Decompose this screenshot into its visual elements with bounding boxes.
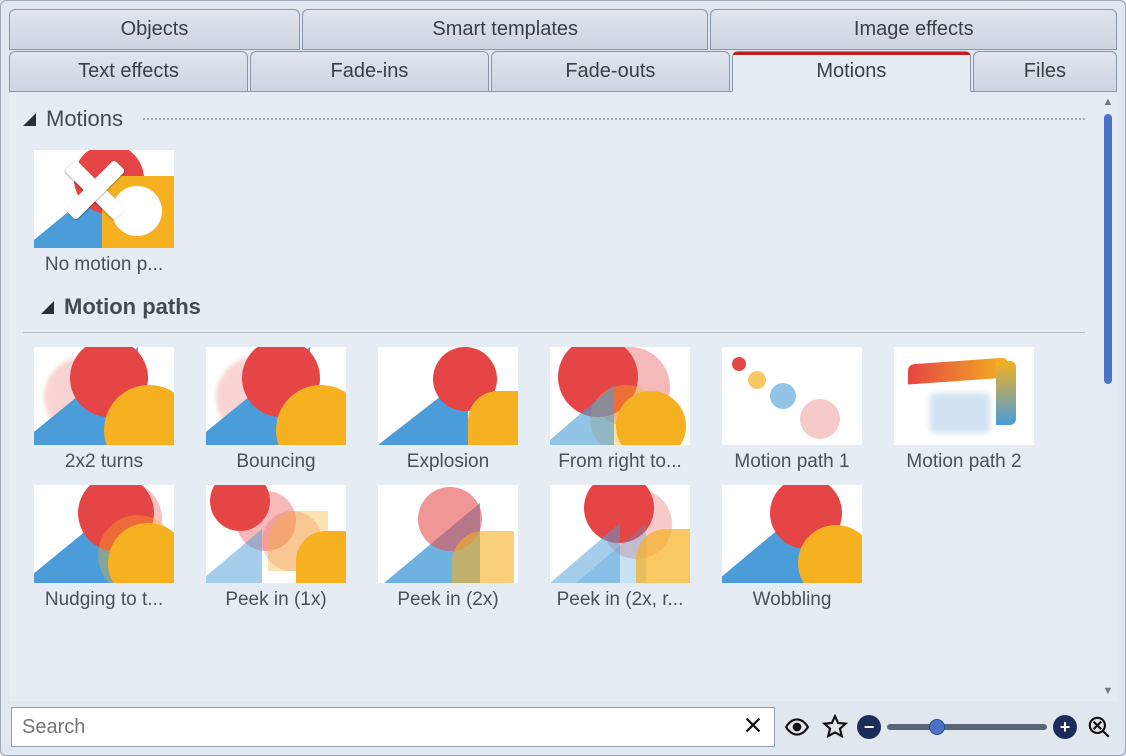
- tab-text-effects[interactable]: Text effects: [9, 51, 248, 92]
- tabs-area: Objects Smart templates Image effects Te…: [1, 1, 1125, 91]
- thumbnail: [378, 347, 518, 445]
- item-label: Peek in (2x): [397, 589, 498, 611]
- thumbnail: [722, 485, 862, 583]
- item-motion-path[interactable]: Nudging to t...: [25, 485, 183, 611]
- thumbnail: [34, 347, 174, 445]
- thumbnail: [722, 347, 862, 445]
- item-label: Motion path 2: [906, 451, 1021, 473]
- tab-motions[interactable]: Motions: [732, 51, 971, 92]
- thumbnail: [378, 485, 518, 583]
- section-divider: [143, 118, 1085, 120]
- zoom-out-button[interactable]: −: [857, 715, 881, 739]
- zoom-slider: − +: [857, 715, 1077, 739]
- zoom-in-button[interactable]: +: [1053, 715, 1077, 739]
- content-area: Motions No motion p... Motion paths: [9, 92, 1099, 701]
- item-label: Nudging to t...: [45, 589, 163, 611]
- search-box[interactable]: [11, 707, 775, 747]
- tab-smart-templates[interactable]: Smart templates: [302, 9, 709, 50]
- thumbnail: [894, 347, 1034, 445]
- item-label: Bouncing: [236, 451, 315, 473]
- scrollbar[interactable]: ▲ ▼: [1099, 92, 1117, 701]
- tab-row-2: Text effects Fade-ins Fade-outs Motions …: [9, 51, 1117, 92]
- scroll-thumb[interactable]: [1104, 114, 1112, 384]
- tab-fade-ins[interactable]: Fade-ins: [250, 51, 489, 92]
- tab-row-1: Objects Smart templates Image effects: [9, 9, 1117, 50]
- thumbnail: [34, 150, 174, 248]
- section-motion-paths-header[interactable]: Motion paths: [41, 290, 1085, 324]
- section-title: Motion paths: [64, 294, 201, 320]
- thumbnail: [550, 485, 690, 583]
- item-no-motion[interactable]: No motion p...: [25, 150, 183, 276]
- scroll-up-icon[interactable]: ▲: [1103, 94, 1114, 110]
- thumbnail: [34, 485, 174, 583]
- item-motion-path[interactable]: Motion path 2: [885, 347, 1043, 473]
- tab-objects[interactable]: Objects: [9, 9, 300, 50]
- scroll-down-icon[interactable]: ▼: [1103, 683, 1114, 699]
- item-label: Motion path 1: [734, 451, 849, 473]
- item-motion-path[interactable]: Peek in (2x, r...: [541, 485, 699, 611]
- zoom-reset-icon[interactable]: [1083, 711, 1115, 743]
- thumbnail: [206, 485, 346, 583]
- item-motion-path[interactable]: Peek in (2x): [369, 485, 527, 611]
- item-label: Peek in (1x): [225, 589, 326, 611]
- item-label: No motion p...: [45, 254, 163, 276]
- tab-fade-outs[interactable]: Fade-outs: [491, 51, 730, 92]
- preview-icon[interactable]: [781, 711, 813, 743]
- item-motion-path[interactable]: Wobbling: [713, 485, 871, 611]
- item-label: Peek in (2x, r...: [557, 589, 684, 611]
- slider-track[interactable]: [887, 724, 1047, 730]
- section-title: Motions: [46, 106, 123, 132]
- item-motion-path[interactable]: Explosion: [369, 347, 527, 473]
- item-motion-path[interactable]: 2x2 turns: [25, 347, 183, 473]
- search-input[interactable]: [22, 716, 736, 739]
- item-label: From right to...: [558, 451, 682, 473]
- favorite-icon[interactable]: [819, 711, 851, 743]
- item-motion-path[interactable]: From right to...: [541, 347, 699, 473]
- collapse-icon: [41, 301, 54, 314]
- item-label: Explosion: [407, 451, 489, 473]
- item-label: 2x2 turns: [65, 451, 143, 473]
- thumbnail: [550, 347, 690, 445]
- tab-image-effects[interactable]: Image effects: [710, 9, 1117, 50]
- effects-panel: Objects Smart templates Image effects Te…: [0, 0, 1126, 756]
- bottom-toolbar: − +: [1, 701, 1125, 755]
- slider-thumb[interactable]: [929, 719, 945, 735]
- motion-paths-grid: 2x2 turns Bouncing Explosion From right to.…: [23, 333, 1085, 625]
- collapse-icon: [23, 113, 36, 126]
- thumbnail: [206, 347, 346, 445]
- section-motions-header[interactable]: Motions: [23, 102, 1085, 136]
- item-motion-path[interactable]: Peek in (1x): [197, 485, 355, 611]
- tab-files[interactable]: Files: [973, 51, 1117, 92]
- item-motion-path[interactable]: Bouncing: [197, 347, 355, 473]
- item-label: Wobbling: [753, 589, 832, 611]
- item-motion-path[interactable]: Motion path 1: [713, 347, 871, 473]
- clear-search-icon[interactable]: [736, 712, 770, 743]
